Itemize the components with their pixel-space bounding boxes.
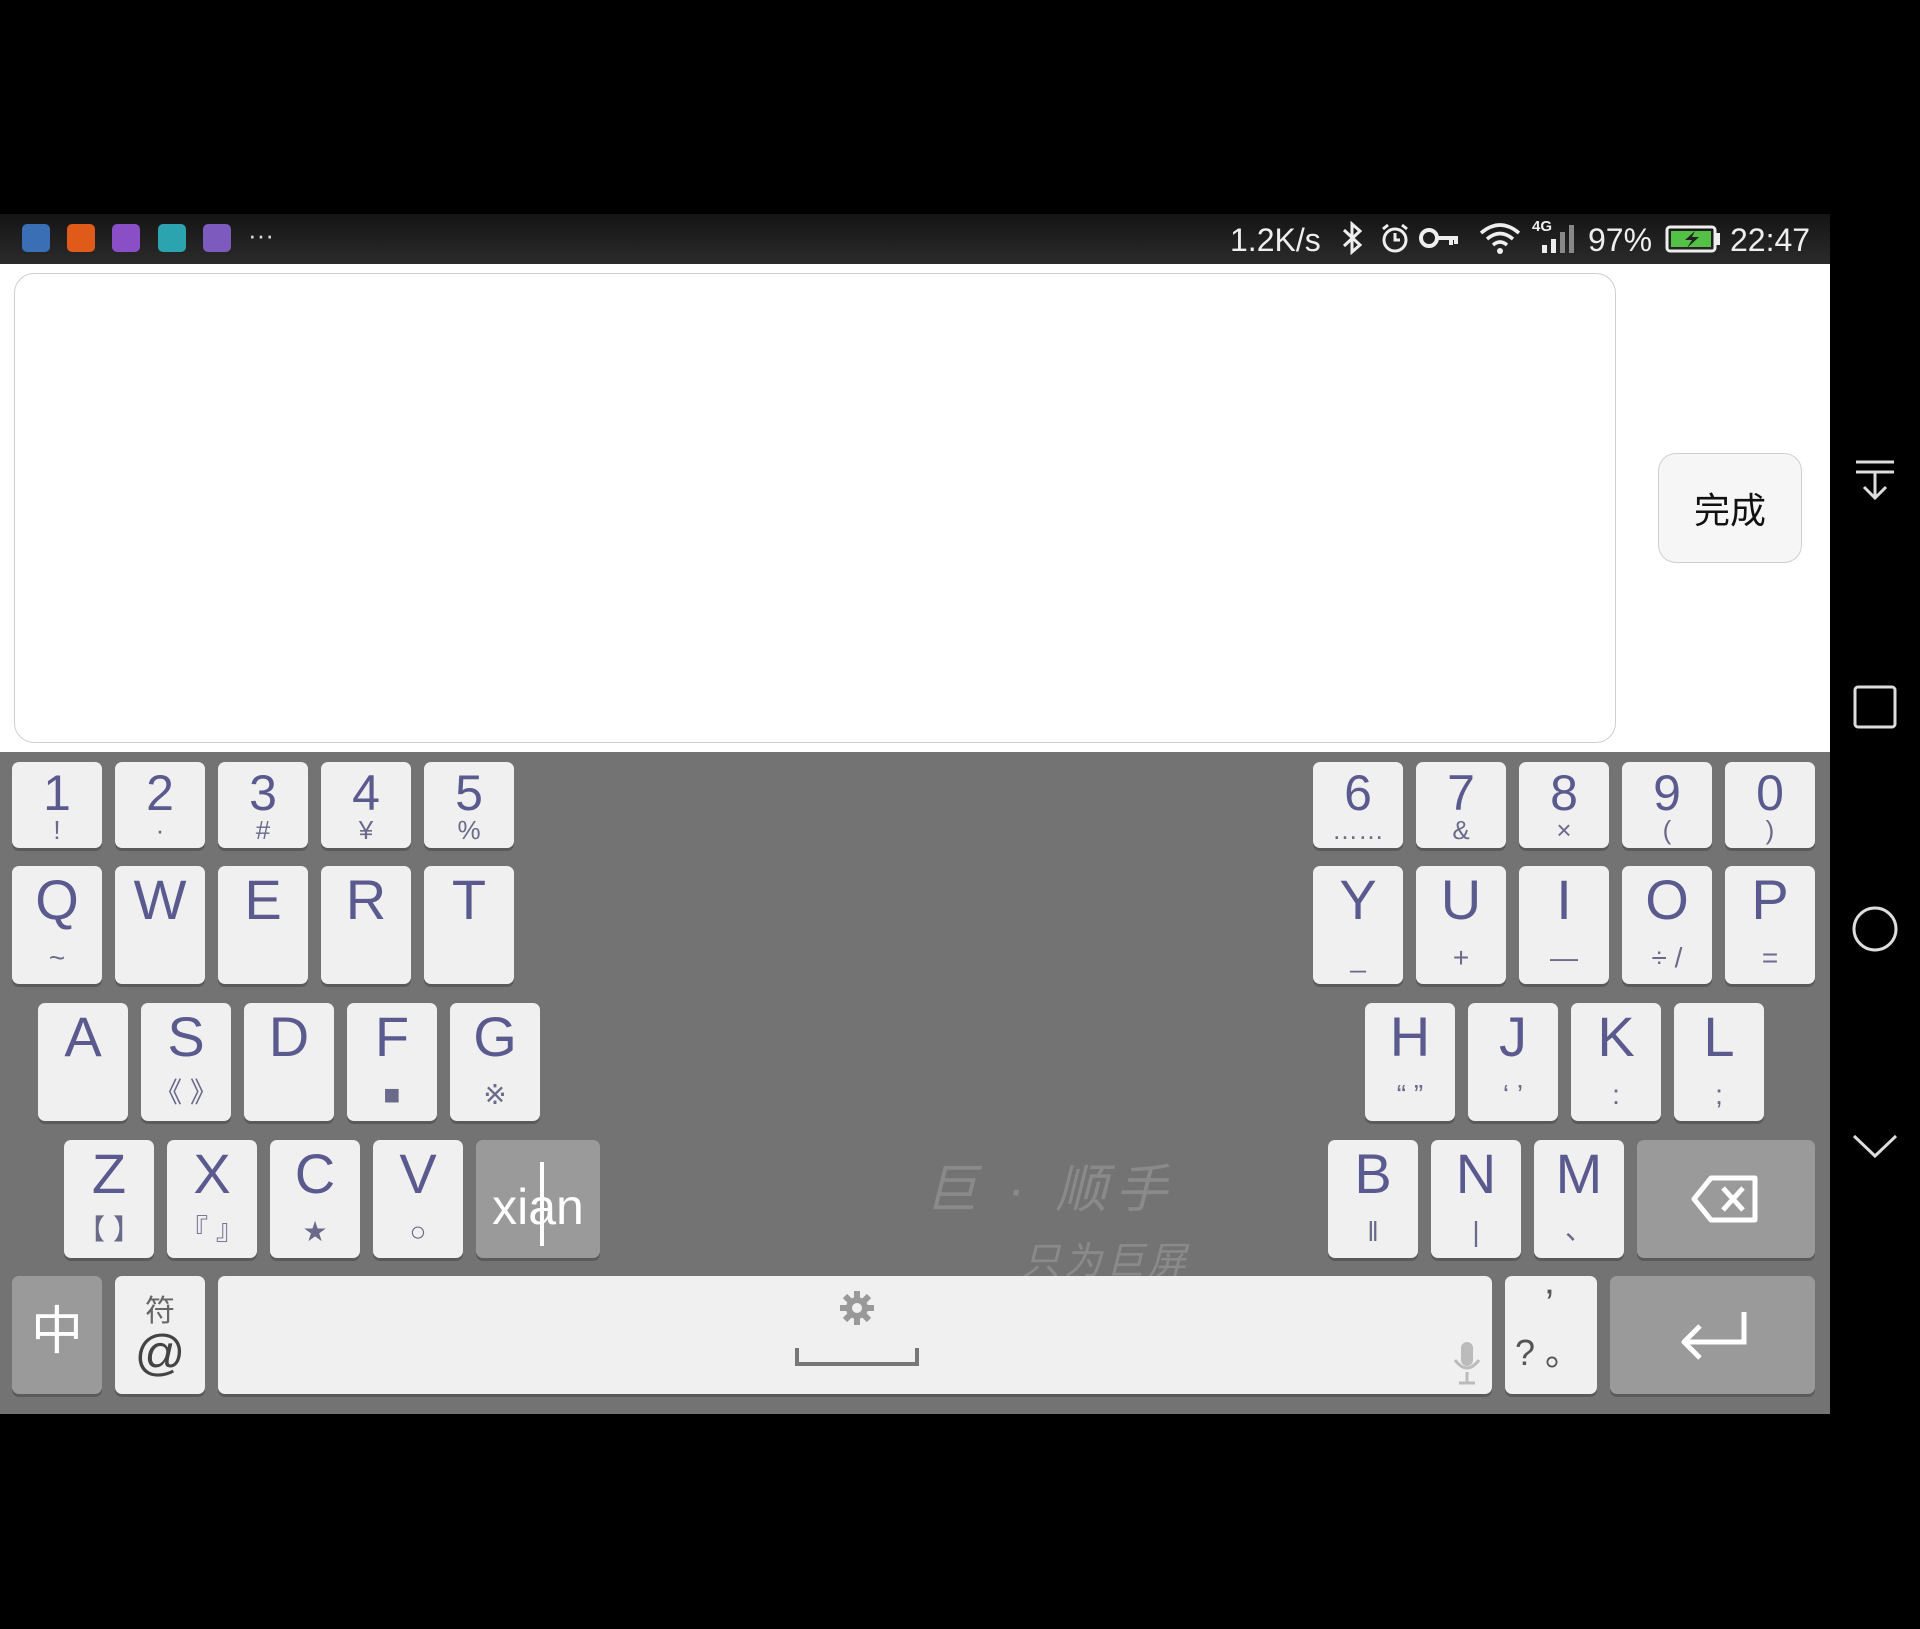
key-h[interactable]: H “ ” [1365,1003,1455,1121]
key-x[interactable]: X 『 』 [167,1140,257,1258]
space-key[interactable] [218,1276,1492,1394]
hide-keyboard-icon[interactable] [1850,1122,1900,1172]
key-c[interactable]: C ★ [270,1140,360,1258]
notification-android-icon [158,224,186,252]
key-2[interactable]: 2 · [115,762,205,848]
notification-mi-icon [67,224,95,252]
key-f[interactable]: F ■ [347,1003,437,1121]
key-q[interactable]: Q ~ [12,866,102,984]
notification-mail-icon [203,224,231,252]
space-bar-icon [795,1348,919,1366]
signal-icon [1538,221,1578,263]
key-7[interactable]: 7 & [1416,762,1506,848]
key-g[interactable]: G ※ [450,1003,540,1121]
battery-charging-icon [1665,221,1721,263]
clock: 22:47 [1730,222,1811,258]
key-u[interactable]: U + [1416,866,1506,984]
key-l[interactable]: L; [1674,1003,1764,1121]
key-1[interactable]: 1! [12,762,102,848]
alarm-icon [1378,221,1412,263]
keyboard: 巨 · 顺手 只为巨屏 1! 2 · 3 # 4 ¥ 5% 6…… 7 & 8 × 9( … [0,752,1830,1414]
key-3[interactable]: 3 # [218,762,308,848]
pinyin-text: xian [492,1179,584,1235]
key-k[interactable]: K: [1571,1003,1661,1121]
key-a[interactable]: A [38,1003,128,1121]
key-r[interactable]: R [321,866,411,984]
key-w[interactable]: W [115,866,205,984]
notification-pulldown-icon[interactable] [1850,454,1900,504]
key-m[interactable]: M、 [1534,1140,1624,1258]
home-icon[interactable] [1850,904,1900,954]
backspace-key[interactable] [1637,1140,1815,1258]
key-v[interactable]: V ○ [373,1140,463,1258]
navigation-bar [1830,214,1920,1414]
key-d[interactable]: D [244,1003,334,1121]
text-cursor [540,1162,544,1246]
key-9[interactable]: 9( [1622,762,1712,848]
language-switch-key[interactable]: 中 [12,1276,102,1394]
backspace-icon [1691,1175,1758,1223]
wifi-icon [1478,221,1522,263]
key-4[interactable]: 4 ¥ [321,762,411,848]
battery-percent: 97% [1588,222,1653,258]
key-s[interactable]: S 《 》 [141,1003,231,1121]
pinyin-composition-key[interactable]: xian [476,1140,600,1258]
key-j[interactable]: J ‘ ’ [1468,1003,1558,1121]
done-button[interactable]: 完成 [1658,453,1802,563]
key-n[interactable]: N | [1431,1140,1521,1258]
key-o[interactable]: O ÷ / [1622,866,1712,984]
app-screen: ··· 1.2K/s 4G 97% 22:47 完成 巨 · 顺手 只为巨屏 1… [0,214,1830,1414]
key-6[interactable]: 6…… [1313,762,1403,848]
key-8[interactable]: 8 × [1519,762,1609,848]
more-notifications-icon: ··· [248,220,274,250]
key-z[interactable]: Z 【 】 [64,1140,154,1258]
key-0[interactable]: 0) [1725,762,1815,848]
punctuation-key[interactable]: ’ ? 。 [1505,1276,1597,1394]
watermark-title: 巨 · 顺手 [925,1161,1176,1219]
status-bar: ··· 1.2K/s 4G 97% 22:47 [0,214,1830,264]
recent-apps-icon[interactable] [1850,682,1900,732]
key-t[interactable]: T [424,866,514,984]
key-p[interactable]: P = [1725,866,1815,984]
enter-icon [1681,1312,1747,1360]
key-y[interactable]: Y _ [1313,866,1403,984]
vpn-key-icon [1418,221,1460,263]
key-e[interactable]: E [218,866,308,984]
text-input-area[interactable] [14,273,1616,743]
enter-key[interactable] [1610,1276,1815,1394]
notification-keyboard-icon [112,224,140,252]
symbol-key[interactable]: 符 @ [115,1276,205,1394]
microphone-icon [1453,1342,1481,1385]
settings-gear-icon [840,1291,874,1325]
notification-app-icon [22,224,50,252]
key-5[interactable]: 5% [424,762,514,848]
net-speed: 1.2K/s [1230,222,1321,258]
bluetooth-icon [1340,220,1366,263]
key-b[interactable]: B ‖ [1328,1140,1418,1258]
key-i[interactable]: I — [1519,866,1609,984]
